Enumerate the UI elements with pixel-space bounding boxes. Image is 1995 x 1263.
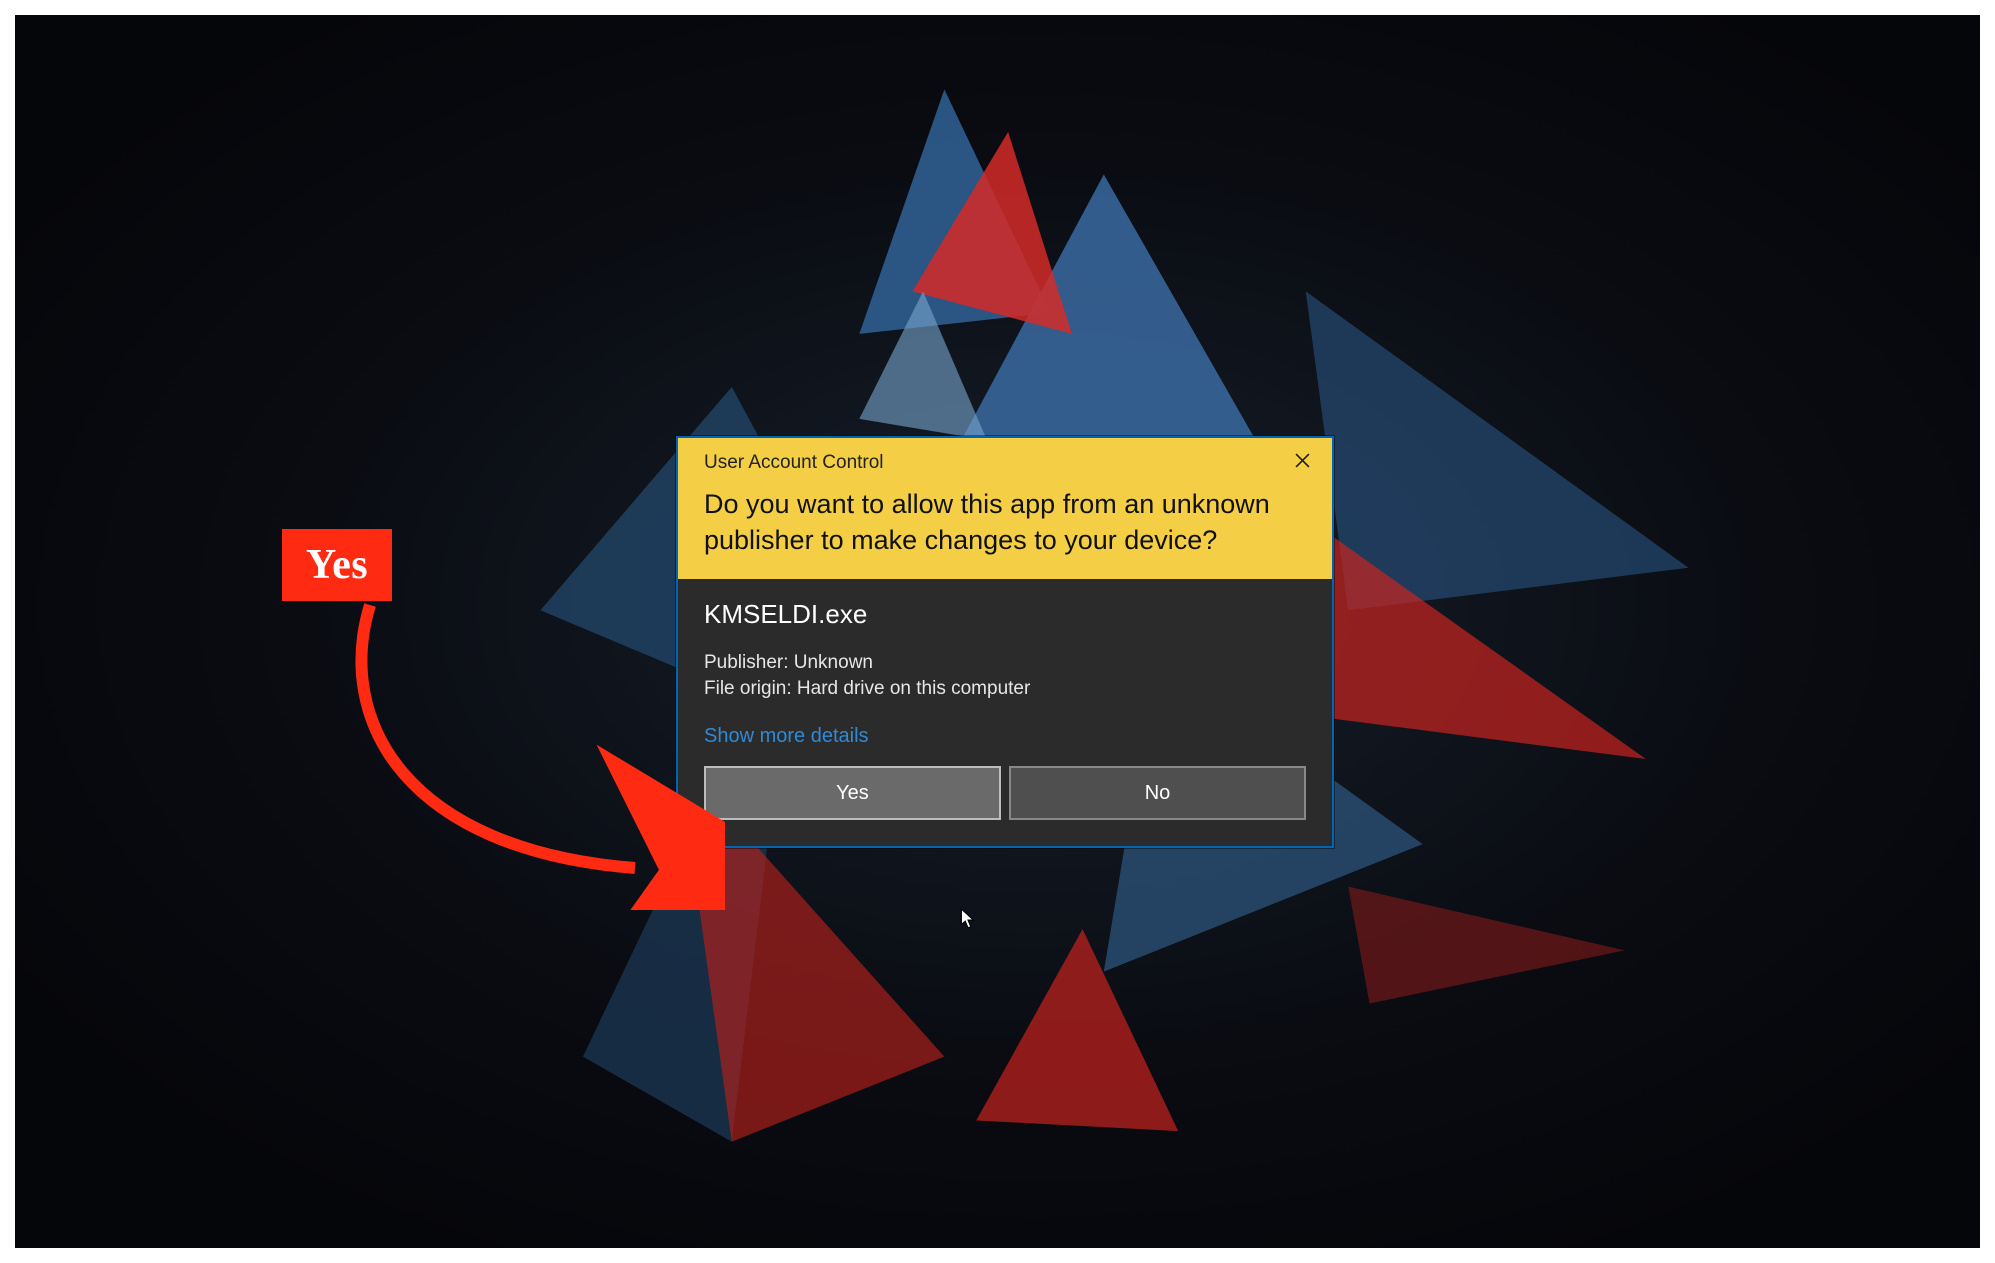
close-button[interactable]	[1282, 448, 1322, 478]
uac-body: KMSELDI.exe Publisher: Unknown File orig…	[678, 579, 1332, 846]
desktop-frame: User Account Control Do you want to allo…	[15, 15, 1980, 1248]
uac-publisher-line: Publisher: Unknown	[704, 650, 1306, 677]
uac-title: User Account Control	[704, 452, 1306, 474]
show-more-details-link[interactable]: Show more details	[704, 725, 869, 748]
uac-app-name: KMSELDI.exe	[704, 599, 1306, 630]
uac-meta: Publisher: Unknown File origin: Hard dri…	[704, 650, 1306, 703]
yes-button[interactable]: Yes	[704, 766, 1001, 820]
close-icon	[1295, 453, 1310, 473]
uac-question-text: Do you want to allow this app from an un…	[704, 486, 1274, 559]
annotation-yes-badge: Yes	[282, 529, 392, 601]
uac-origin-line: File origin: Hard drive on this computer	[704, 676, 1306, 703]
uac-header: User Account Control Do you want to allo…	[678, 438, 1332, 579]
no-button[interactable]: No	[1009, 766, 1306, 820]
uac-dialog: User Account Control Do you want to allo…	[676, 436, 1334, 848]
uac-button-row: Yes No	[704, 766, 1306, 820]
